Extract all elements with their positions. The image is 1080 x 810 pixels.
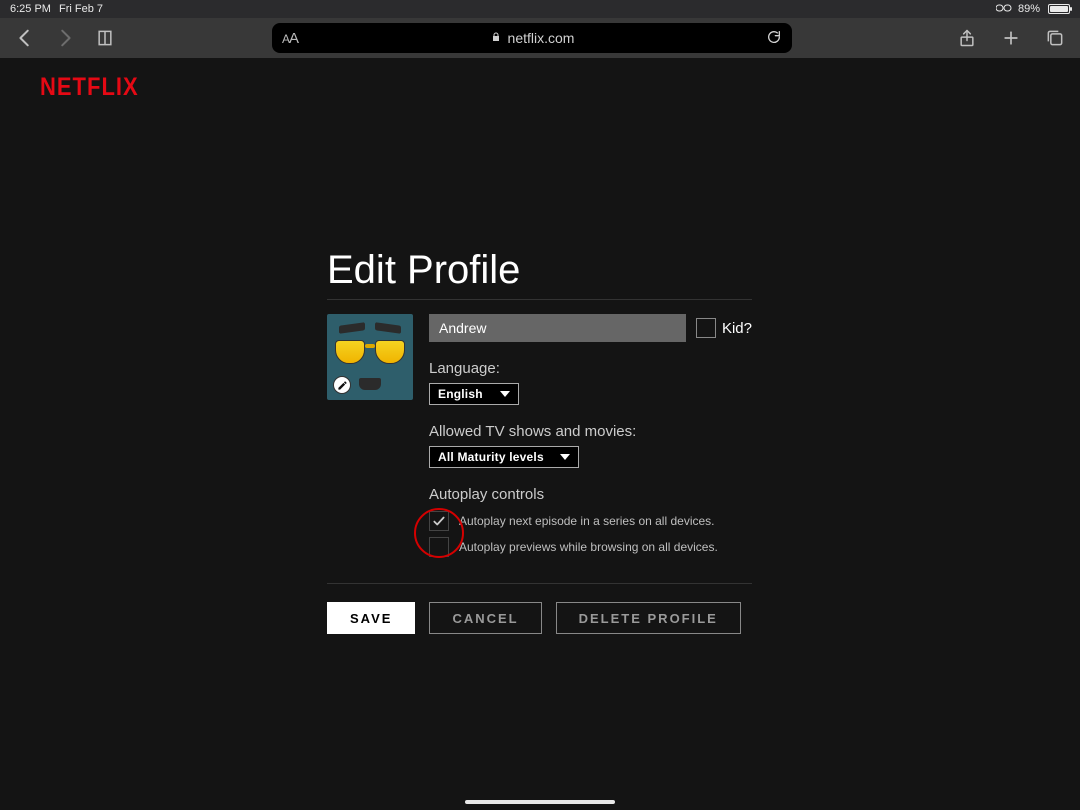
url-host: netflix.com — [508, 30, 575, 46]
chevron-down-icon — [560, 454, 570, 460]
new-tab-button[interactable] — [1000, 27, 1022, 49]
autoplay-previews-label: Autoplay previews while browsing on all … — [459, 540, 718, 554]
edit-profile-panel: Edit Profile Kid? Language — [327, 248, 752, 634]
autoplay-previews-checkbox[interactable] — [429, 537, 449, 557]
autoplay-label: Autoplay controls — [429, 486, 752, 503]
status-time: 6:25 PM — [10, 3, 51, 15]
autoplay-next-episode-label: Autoplay next episode in a series on all… — [459, 514, 715, 528]
maturity-label: Allowed TV shows and movies: — [429, 423, 752, 440]
delete-profile-button[interactable]: DELETE PROFILE — [556, 602, 741, 634]
edit-avatar-button[interactable] — [333, 376, 351, 394]
language-value: English — [438, 387, 483, 401]
ipad-status-bar: 6:25 PM Fri Feb 7 89% — [0, 0, 1080, 18]
chevron-down-icon — [500, 391, 510, 397]
reader-text-size-button[interactable]: AA — [282, 30, 298, 47]
reload-button[interactable] — [766, 29, 782, 48]
language-select[interactable]: English — [429, 383, 519, 405]
autoplay-controls: Autoplay controls Autoplay next episode … — [429, 486, 752, 557]
home-indicator — [465, 800, 615, 804]
bookmarks-button[interactable] — [94, 27, 116, 49]
profile-avatar[interactable] — [327, 314, 413, 400]
maturity-value: All Maturity levels — [438, 450, 544, 464]
kid-checkbox[interactable] — [696, 318, 716, 338]
back-button[interactable] — [14, 27, 36, 49]
profile-name-input[interactable] — [429, 314, 686, 342]
browser-toolbar: AA netflix.com — [0, 18, 1080, 58]
cancel-button[interactable]: CANCEL — [429, 602, 541, 634]
battery-percent: 89% — [1018, 3, 1040, 15]
status-date: Fri Feb 7 — [59, 3, 103, 15]
page-content: NETFLIX Edit Profile Kid? — [0, 58, 1080, 810]
language-label: Language: — [429, 360, 752, 377]
maturity-select[interactable]: All Maturity levels — [429, 446, 579, 468]
autoplay-next-episode-checkbox[interactable] — [429, 511, 449, 531]
save-button[interactable]: SAVE — [327, 602, 415, 634]
address-bar[interactable]: AA netflix.com — [272, 23, 792, 53]
kid-label: Kid? — [722, 320, 752, 337]
divider — [327, 299, 752, 300]
page-title: Edit Profile — [327, 248, 752, 293]
netflix-logo[interactable]: NETFLIX — [40, 72, 139, 102]
forward-button[interactable] — [54, 27, 76, 49]
lock-icon — [490, 30, 502, 46]
privacy-icon — [996, 3, 1012, 16]
divider — [327, 583, 752, 584]
battery-icon — [1046, 4, 1070, 14]
tabs-button[interactable] — [1044, 27, 1066, 49]
share-button[interactable] — [956, 27, 978, 49]
